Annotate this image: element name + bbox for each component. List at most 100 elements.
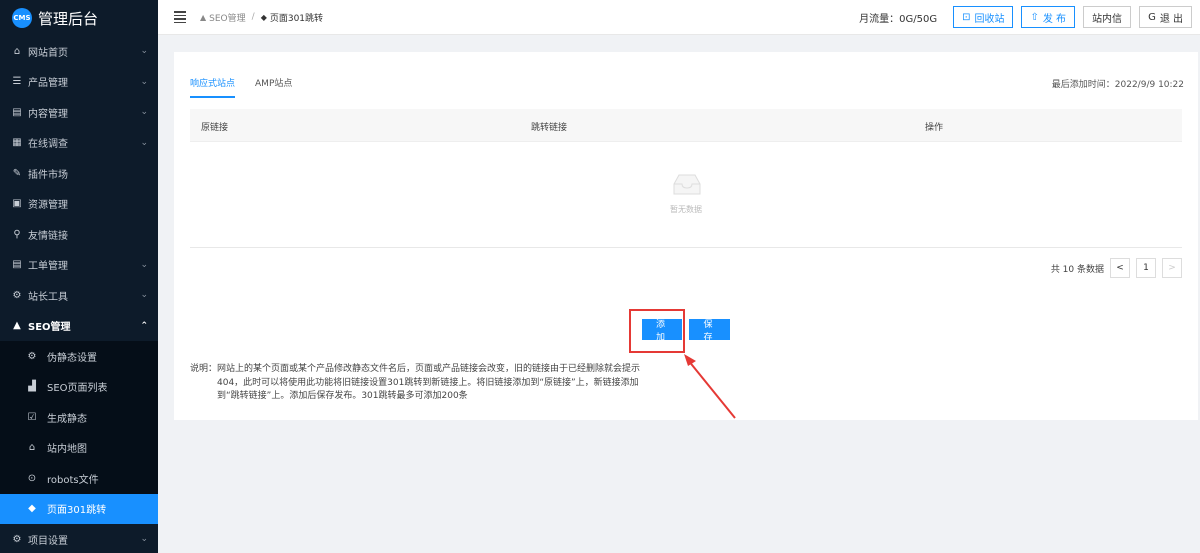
next-page-button[interactable]: > <box>1162 258 1182 278</box>
total-count: 共 10 条数据 <box>1050 264 1104 275</box>
recycle-bin-button[interactable]: ⊡ 回收站 <box>953 6 1014 28</box>
table-empty: 暂无数据 <box>190 142 1182 248</box>
sidebar: CMS 管理后台 ⌂ 网站首页 ⌄ ☰ 产品管理 ⌄ ▤ 内容管理 ⌄ ▦ 在线… <box>0 0 158 553</box>
sidebar-item-tickets[interactable]: ▤ 工单管理 ⌄ <box>0 250 158 281</box>
chevron-down-icon: ⌄ <box>140 46 148 57</box>
home-icon: ⌂ <box>13 45 21 57</box>
sidebar-item-robots[interactable]: ⊙ robots文件 <box>0 463 158 494</box>
sidebar-item-301-redirect[interactable]: ◆ 页面301跳转 <box>0 493 158 524</box>
breadcrumb-separator: / <box>251 12 255 22</box>
pin-icon: ✎ <box>12 167 22 179</box>
sidebar-item-content[interactable]: ▤ 内容管理 ⌄ <box>0 97 158 128</box>
sidebar-item-label: 伪静态设置 <box>47 352 97 364</box>
gear-icon: ⚙ <box>27 350 37 362</box>
chart-icon: ▟ <box>28 381 36 393</box>
topbar: ▲ SEO管理 / ◆ 页面301跳转 月流量：0G/50G ⊡ 回收站 ⇧ 发… <box>158 0 1200 35</box>
sidebar-item-label: SEO页面列表 <box>47 383 108 395</box>
traffic-usage: 月流量：0G/50G <box>859 13 938 25</box>
sidebar-item-survey[interactable]: ▦ 在线调查 ⌄ <box>0 128 158 159</box>
sidebar-item-seo-pages[interactable]: ▟ SEO页面列表 <box>0 372 158 403</box>
chevron-down-icon: ⌄ <box>140 137 148 148</box>
table-header: 原链接 跳转链接 操作 <box>190 109 1182 142</box>
logout-button[interactable]: G 退 出 <box>1139 6 1192 28</box>
sidebar-item-label: 工单管理 <box>28 261 68 273</box>
publish-button[interactable]: ⇧ 发 布 <box>1021 6 1076 28</box>
sidebar-item-resources[interactable]: ▣ 资源管理 <box>0 189 158 220</box>
sidebar-item-rewrite[interactable]: ⚙ 伪静态设置 <box>0 341 158 372</box>
chevron-down-icon: ⌄ <box>140 290 148 301</box>
warning-icon: ▲ <box>200 12 207 22</box>
cms-logo-icon: CMS <box>12 8 32 28</box>
chevron-down-icon: ⌄ <box>140 259 148 270</box>
sidebar-item-webmaster-tools[interactable]: ⚙ 站长工具 ⌄ <box>0 280 158 311</box>
topbar-actions: 月流量：0G/50G ⊡ 回收站 ⇧ 发 布 站内信 G 退 出 <box>859 6 1192 28</box>
breadcrumb-root[interactable]: SEO管理 <box>209 11 245 24</box>
last-added-time: 最后添加时间：2022/9/9 10:22 <box>1051 80 1184 90</box>
breadcrumb: ▲ SEO管理 / ◆ 页面301跳转 <box>200 11 323 24</box>
sidebar-item-sitemap[interactable]: ⌂ 站内地图 <box>0 433 158 464</box>
checkbox-icon: ☑ <box>27 411 37 423</box>
sidebar-item-links[interactable]: ⚲ 友情链接 <box>0 219 158 250</box>
sidebar-item-project-settings[interactable]: ⚙ 项目设置 ⌄ <box>0 524 158 553</box>
sidebar-item-label: 生成静态 <box>47 413 87 425</box>
map-icon: ⌂ <box>28 442 36 454</box>
help-note: 说明：网站上的某个页面或某个产品修改静态文件名后，页面或产品链接会改变，旧的链接… <box>190 363 650 404</box>
sidebar-item-label: 网站首页 <box>28 47 68 59</box>
chevron-down-icon: ⌄ <box>140 534 148 545</box>
tab-responsive-site[interactable]: 响应式站点 <box>190 76 236 98</box>
messages-label: 站内信 <box>1092 13 1123 25</box>
messages-button[interactable]: 站内信 <box>1083 6 1132 28</box>
recycle-bin-label: 回收站 <box>974 13 1005 25</box>
logout-label: 退 出 <box>1159 13 1183 25</box>
note-line-2: 404，此时可以将使用此功能将旧链接设置301跳转到新链接上。将旧链接添加到“原… <box>217 377 639 388</box>
link-icon: ⚲ <box>13 228 21 240</box>
logout-icon: G <box>1148 11 1156 23</box>
form-icon: ▤ <box>12 259 22 271</box>
chevron-down-icon: ⌄ <box>140 107 148 118</box>
column-source-link: 原链接 <box>201 123 229 133</box>
breadcrumb-current: 页面301跳转 <box>269 13 324 24</box>
brand-title: 管理后台 <box>38 9 99 28</box>
sidebar-item-label: 站长工具 <box>28 291 68 303</box>
page-button-1[interactable]: 1 <box>1136 258 1156 278</box>
publish-label: 发 布 <box>1042 13 1067 25</box>
tag-icon: ◆ <box>260 12 267 22</box>
tab-amp-site[interactable]: AMP站点 <box>255 76 292 98</box>
sidebar-item-products[interactable]: ☰ 产品管理 ⌄ <box>0 67 158 98</box>
content-icon: ▤ <box>12 106 22 118</box>
column-actions: 操作 <box>925 123 944 133</box>
sidebar-item-label: 在线调查 <box>28 139 68 151</box>
grid-icon: ▣ <box>12 198 22 210</box>
chevron-up-icon: ⌃ <box>140 320 148 331</box>
highlight-box <box>629 309 685 353</box>
sidebar-item-home[interactable]: ⌂ 网站首页 ⌄ <box>0 36 158 67</box>
sidebar-item-label: 产品管理 <box>28 78 68 90</box>
sidebar-item-plugins[interactable]: ✎ 插件市场 <box>0 158 158 189</box>
sidebar-item-label: 项目设置 <box>28 535 68 547</box>
sidebar-item-label: 内容管理 <box>28 108 68 120</box>
annotation-arrow-icon <box>684 354 736 419</box>
note-line-1: 说明：网站上的某个页面或某个产品修改静态文件名后，页面或产品链接会改变，旧的链接… <box>190 364 641 374</box>
save-button[interactable]: 保存 <box>689 319 730 342</box>
note-line-3: 到“跳转链接”上。添加后保存发布。301跳转最多可添加200条 <box>217 391 468 401</box>
tools-icon: ⚙ <box>12 289 22 301</box>
chevron-down-icon: ⌄ <box>140 76 148 87</box>
sidebar-item-seo[interactable]: ▲ SEO管理 ⌃ <box>0 311 158 342</box>
settings-icon: ⚙ <box>12 533 22 545</box>
robot-icon: ⊙ <box>27 472 37 484</box>
sidebar-item-label: robots文件 <box>47 474 99 486</box>
sidebar-item-label: 资源管理 <box>28 200 68 212</box>
prev-page-button[interactable]: < <box>1110 258 1130 278</box>
trash-icon: ⊡ <box>962 11 971 23</box>
tag-icon: ◆ <box>28 503 36 515</box>
empty-text: 暂无数据 <box>670 205 702 214</box>
column-redirect-link: 跳转链接 <box>531 123 568 133</box>
sidebar-item-label: 站内地图 <box>47 444 87 456</box>
sidebar-item-generate-static[interactable]: ☑ 生成静态 <box>0 402 158 433</box>
sidebar-item-label: 页面301跳转 <box>47 505 107 517</box>
sidebar-item-label: SEO管理 <box>28 322 71 334</box>
brand[interactable]: CMS 管理后台 <box>0 0 158 36</box>
seo-submenu: ⚙ 伪静态设置 ▟ SEO页面列表 ☑ 生成静态 ⌂ 站内地图 ⊙ robots… <box>0 341 158 524</box>
menu-collapse-icon[interactable] <box>174 11 186 23</box>
table-icon: ▦ <box>12 137 22 149</box>
